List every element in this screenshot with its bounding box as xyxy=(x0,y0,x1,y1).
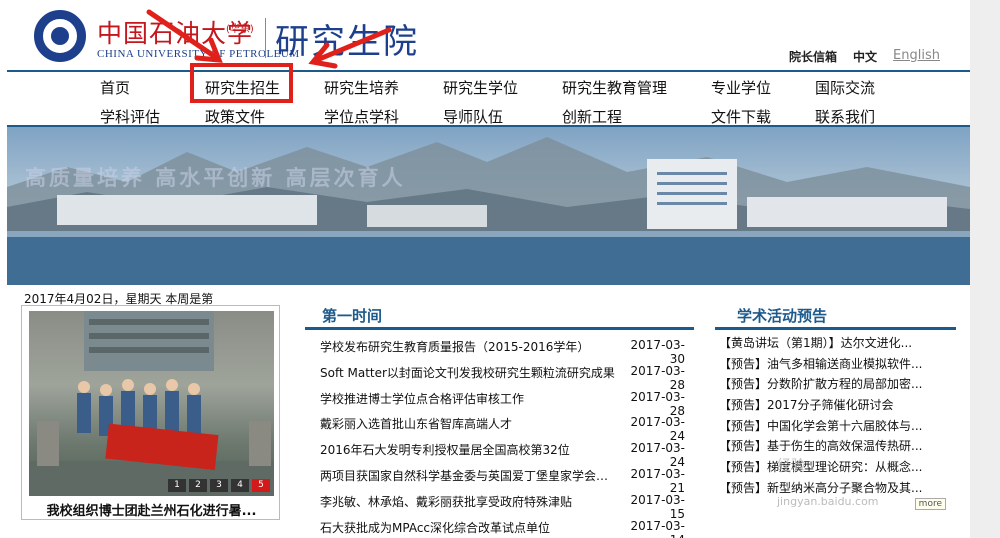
nav-international[interactable]: 国际交流 xyxy=(815,77,875,98)
news-item-title[interactable]: Soft Matter以封面论文刊发我校研究生颗粒流研究成果 xyxy=(320,364,620,381)
academic-section-title: 学术活动预告 xyxy=(737,307,828,325)
academic-list: 【黄岛讲坛（第1期）】达尔文进化... 【预告】油气多相输送商业模拟软件... … xyxy=(715,333,956,499)
nav-home[interactable]: 首页 xyxy=(100,77,130,98)
academic-title-bar xyxy=(715,327,956,330)
news-item-title[interactable]: 学校推进博士学位点合格评估审核工作 xyxy=(320,390,620,407)
academic-item[interactable]: 【预告】梯度模型理论研究：从概念... xyxy=(715,457,956,478)
banner-scenery xyxy=(7,137,970,285)
nav-degree[interactable]: 研究生学位 xyxy=(443,77,518,98)
nav-supervisors[interactable]: 导师队伍 xyxy=(443,106,503,127)
news-item[interactable]: 石大获批成为MPAcc深化综合改革试点单位 2017-03-14 xyxy=(305,515,694,538)
news-item[interactable]: 2016年石大发明专利授权量居全国高校第32位 2017-03-24 xyxy=(305,437,694,469)
photo-news-image[interactable]: 1 2 3 4 5 xyxy=(29,311,274,496)
photo-page-2[interactable]: 2 xyxy=(189,479,207,492)
banner-slogan: 高质量培养 高水平创新 高层次育人 xyxy=(25,166,406,190)
news-item[interactable]: 戴彩丽入选首批山东省智库高端人才 2017-03-24 xyxy=(305,411,694,443)
news-item-date: 2017-03-14 xyxy=(630,518,685,538)
photo-news-box: 1 2 3 4 5 我校组织博士团赴兰州石化进行暑... xyxy=(21,305,280,520)
news-title-bar xyxy=(305,327,694,330)
nav-discipline-eval[interactable]: 学科评估 xyxy=(100,106,160,127)
academic-more-button[interactable]: more xyxy=(914,498,946,510)
photo-page-4[interactable]: 4 xyxy=(231,479,249,492)
english-language-link[interactable]: English xyxy=(893,48,940,65)
president-mailbox-link[interactable]: 院长信箱 xyxy=(789,48,837,65)
news-item-title[interactable]: 两项目获国家自然科学基金委与英国爱丁堡皇家学会合作... xyxy=(320,467,620,484)
academic-item[interactable]: 【预告】基于伤生的高效保温传热研... xyxy=(715,436,956,457)
photo-caption[interactable]: 我校组织博士团赴兰州石化进行暑... xyxy=(22,500,281,519)
news-item-title[interactable]: 戴彩丽入选首批山东省智库高端人才 xyxy=(320,415,620,432)
top-links: 院长信箱 中文 English xyxy=(789,48,940,65)
nav-innovation[interactable]: 创新工程 xyxy=(562,106,622,127)
photo-page-1[interactable]: 1 xyxy=(168,479,186,492)
page-right-margin xyxy=(970,0,1000,538)
nav-training[interactable]: 研究生培养 xyxy=(324,77,399,98)
news-item-title[interactable]: 2016年石大发明专利授权量居全国高校第32位 xyxy=(320,441,620,458)
academic-item[interactable]: 【预告】中国化学会第十六届胶体与... xyxy=(715,416,956,437)
news-item[interactable]: 李兆敏、林承焰、戴彩丽获批享受政府特殊津贴 2017-03-15 xyxy=(305,489,694,521)
news-item[interactable]: 学校推进博士学位点合格评估审核工作 2017-03-28 xyxy=(305,386,694,418)
academic-item[interactable]: 【预告】分数阶扩散方程的局部加密... xyxy=(715,374,956,395)
academic-item[interactable]: 【预告】2017分子筛催化研讨会 xyxy=(715,395,956,416)
nav-professional-degree[interactable]: 专业学位 xyxy=(711,77,771,98)
academic-item[interactable]: 【黄岛讲坛（第1期）】达尔文进化... xyxy=(715,333,956,354)
university-seal-icon[interactable] xyxy=(34,10,86,62)
nav-management[interactable]: 研究生教育管理 xyxy=(562,77,667,98)
news-list: 学校发布研究生教育质量报告（2015-2016学年） 2017-03-30 Sof… xyxy=(305,334,694,538)
nav-contact[interactable]: 联系我们 xyxy=(815,106,875,127)
watermark-url: jingyan.baidu.com xyxy=(777,495,879,508)
news-section: 第一时间 学校发布研究生教育质量报告（2015-2016学年） 2017-03-3… xyxy=(305,300,694,538)
news-item[interactable]: 学校发布研究生教育质量报告（2015-2016学年） 2017-03-30 xyxy=(305,334,694,366)
admissions-highlight-box xyxy=(190,63,293,103)
news-item-title[interactable]: 李兆敏、林承焰、戴彩丽获批享受政府特殊津贴 xyxy=(320,493,620,510)
photo-page-3[interactable]: 3 xyxy=(210,479,228,492)
chinese-language-link[interactable]: 中文 xyxy=(853,48,877,65)
news-section-title: 第一时间 xyxy=(322,307,383,325)
nav-downloads[interactable]: 文件下载 xyxy=(711,106,771,127)
page: 中国石油大学 (华东) CHINA UNIVERSITY OF PETROLEU… xyxy=(7,0,970,538)
news-item[interactable]: Soft Matter以封面论文刊发我校研究生颗粒流研究成果 2017-03-28 xyxy=(305,360,694,392)
news-item-title[interactable]: 石大获批成为MPAcc深化综合改革试点单位 xyxy=(320,519,620,536)
photo-pager: 1 2 3 4 5 xyxy=(168,479,270,492)
photo-page-5[interactable]: 5 xyxy=(252,479,270,492)
photo-group-scene xyxy=(29,311,274,496)
campus-banner-image[interactable]: 高质量培养 高水平创新 高层次育人 xyxy=(7,127,970,285)
main-nav: 首页 研究生招生 研究生培养 研究生学位 研究生教育管理 专业学位 国际交流 学… xyxy=(7,70,970,126)
nav-policy[interactable]: 政策文件 xyxy=(205,106,265,127)
news-item-title[interactable]: 学校发布研究生教育质量报告（2015-2016学年） xyxy=(320,338,620,355)
watermark-text: 经验 xyxy=(777,458,805,474)
news-item[interactable]: 两项目获国家自然科学基金委与英国爱丁堡皇家学会合作... 2017-03-21 xyxy=(305,463,694,495)
nav-degree-points[interactable]: 学位点学科 xyxy=(324,106,399,127)
academic-item[interactable]: 【预告】油气多相输送商业模拟软件... xyxy=(715,354,956,375)
